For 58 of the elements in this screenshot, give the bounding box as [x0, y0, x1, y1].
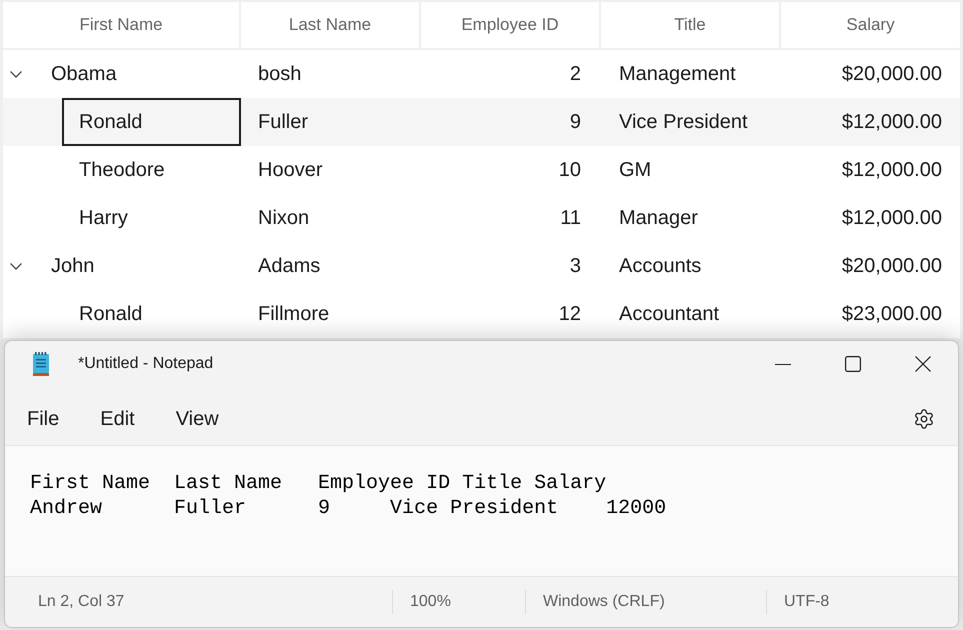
menu-item[interactable]: Edit [90, 398, 145, 440]
salary-text: $20,000.00 [842, 254, 942, 279]
table-row[interactable]: Obama bosh 2 Management $20,000.00 [3, 50, 960, 98]
title-text: Vice President [619, 110, 748, 135]
last-name-text: Nixon [258, 206, 310, 231]
employee-id-text: 9 [570, 110, 581, 135]
salary-text: $12,000.00 [842, 158, 942, 183]
settings-icon [913, 408, 935, 430]
close-icon [915, 356, 931, 372]
last-name-text: Fuller [258, 110, 308, 135]
first-name-text: Harry [79, 206, 128, 231]
salary-text: $12,000.00 [842, 110, 942, 135]
notepad-icon [32, 352, 50, 376]
table-row[interactable]: John Adams 3 Accounts $20,000.00 [3, 242, 960, 290]
table-row[interactable]: Theodore Hoover 10 GM $12,000.00 [3, 146, 960, 194]
column-header[interactable]: Salary [781, 2, 960, 48]
last-name-text: bosh [258, 62, 302, 87]
menu-item[interactable]: View [166, 398, 229, 440]
window-title: *Untitled - Notepad [78, 354, 214, 374]
title-text: Management [619, 62, 736, 87]
text-line: First Name Last Name Employee ID Title Salary [30, 471, 606, 496]
column-header[interactable]: First Name [3, 2, 239, 48]
menu-item[interactable]: File [17, 398, 70, 440]
title-text: Accounts [619, 254, 702, 279]
employee-id-text: 11 [560, 206, 581, 231]
status-item: 100% [410, 592, 451, 612]
focused-cell[interactable]: Ronald [62, 98, 241, 146]
first-name-text: Obama [51, 62, 117, 87]
first-name-text: Ronald [79, 302, 142, 327]
salary-text: $12,000.00 [842, 206, 942, 231]
employee-id-text: 2 [570, 62, 581, 87]
chevron-down-icon[interactable] [10, 260, 22, 272]
title-text: Manager [619, 206, 698, 231]
salary-text: $23,000.00 [842, 302, 942, 327]
status-item: UTF-8 [784, 592, 830, 612]
employee-id-text: 10 [558, 158, 581, 183]
column-header[interactable]: Employee ID [421, 2, 599, 48]
text-area[interactable]: First Name Last Name Employee ID Title Salary Andrew Fuller 9 Vice President 12000 [5, 446, 958, 576]
employee-id-text: 3 [570, 254, 581, 279]
table-row[interactable]: Ronald Fuller 9 Vice President $12,000.00 [3, 98, 960, 146]
first-name-text: John [51, 254, 94, 279]
last-name-text: Adams [258, 254, 320, 279]
maximize-icon [845, 356, 861, 372]
column-header[interactable]: Title [601, 2, 779, 48]
first-name-text: Theodore [79, 158, 165, 183]
last-name-text: Fillmore [258, 302, 330, 327]
status-item: Windows (CRLF) [543, 592, 665, 612]
status-item: Ln 2, Col 37 [38, 592, 124, 612]
column-header[interactable]: Last Name [241, 2, 419, 48]
last-name-text: Hoover [258, 158, 322, 183]
title-text: Accountant [619, 302, 720, 327]
table-row[interactable]: Ronald Fillmore 12 Accountant $23,000.00 [3, 290, 960, 338]
title-text: GM [619, 158, 652, 183]
chevron-down-icon[interactable] [10, 68, 22, 80]
text-line: Andrew Fuller 9 Vice President 12000 [30, 496, 666, 521]
employee-id-text: 12 [558, 302, 581, 327]
table-row[interactable]: Harry Nixon 11 Manager $12,000.00 [3, 194, 960, 242]
salary-text: $20,000.00 [842, 62, 942, 87]
